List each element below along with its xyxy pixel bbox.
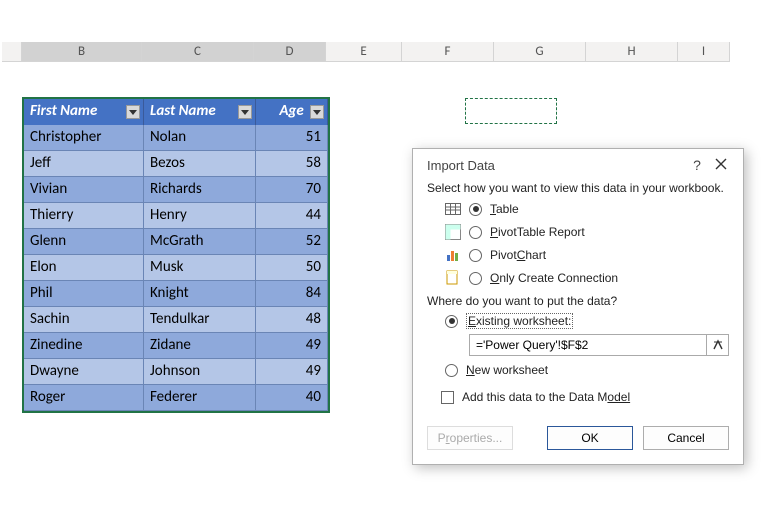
table-cell[interactable]: Dwayne	[24, 359, 144, 385]
cell-reference-input[interactable]	[470, 335, 706, 355]
table-header-last[interactable]: Last Name	[144, 99, 256, 125]
cell-reference-field[interactable]	[469, 334, 729, 356]
table-cell[interactable]: Bezos	[144, 151, 256, 177]
table-cell[interactable]: 49	[256, 359, 328, 385]
table-cell[interactable]: Elon	[24, 255, 144, 281]
header-last-label: Last Name	[150, 102, 216, 120]
pivottable-icon	[445, 224, 461, 240]
table-row[interactable]: GlennMcGrath52	[24, 229, 328, 255]
import-data-dialog: Import Data ? Select how you want to vie…	[412, 148, 744, 465]
table-cell[interactable]: Federer	[144, 385, 256, 411]
table-cell[interactable]: 51	[256, 125, 328, 151]
ok-button[interactable]: OK	[547, 426, 633, 450]
table-cell[interactable]: Thierry	[24, 203, 144, 229]
table-row[interactable]: RogerFederer40	[24, 385, 328, 411]
radio-connection[interactable]	[469, 272, 482, 285]
header-first-label: First Name	[30, 102, 97, 120]
table-cell[interactable]: 50	[256, 255, 328, 281]
filter-button[interactable]	[126, 105, 140, 119]
table-cell[interactable]: Glenn	[24, 229, 144, 255]
pivotchart-icon	[445, 247, 461, 263]
table-header-age[interactable]: Age	[256, 99, 328, 125]
radio-new-worksheet[interactable]	[445, 364, 458, 377]
table-icon	[445, 201, 461, 217]
table-cell[interactable]: 48	[256, 307, 328, 333]
col-header[interactable]: B	[22, 42, 142, 62]
table-cell[interactable]: Sachin	[24, 307, 144, 333]
connection-icon	[445, 270, 461, 286]
table-cell[interactable]: 44	[256, 203, 328, 229]
table-header-first[interactable]: First Name	[24, 99, 144, 125]
table-cell[interactable]: Phil	[24, 281, 144, 307]
header-age-label: Age	[279, 102, 303, 120]
radio-table[interactable]	[469, 203, 482, 216]
radio-pivotchart[interactable]	[469, 249, 482, 262]
radio-existing-label: Existing worksheet:	[466, 314, 573, 328]
col-header[interactable]: E	[326, 42, 402, 62]
table-cell[interactable]: Richards	[144, 177, 256, 203]
table-cell[interactable]: 84	[256, 281, 328, 307]
table-cell[interactable]: Johnson	[144, 359, 256, 385]
checkbox-data-model-label: Add this data to the Data Model	[462, 390, 630, 404]
table-cell[interactable]: Tendulkar	[144, 307, 256, 333]
view-prompt: Select how you want to view this data in…	[427, 181, 729, 195]
col-header[interactable]: I	[678, 42, 730, 62]
table-row[interactable]: SachinTendulkar48	[24, 307, 328, 333]
table-cell[interactable]: 52	[256, 229, 328, 255]
table-cell[interactable]: Zidane	[144, 333, 256, 359]
table-cell[interactable]: Nolan	[144, 125, 256, 151]
radio-connection-label: Only Create Connection	[490, 271, 618, 285]
table-row[interactable]: PhilKnight84	[24, 281, 328, 307]
table-cell[interactable]: Zinedine	[24, 333, 144, 359]
radio-pivottable[interactable]	[469, 226, 482, 239]
copy-selection-outline	[465, 98, 557, 124]
col-header-gutter	[2, 42, 22, 62]
table-row[interactable]: JeffBezos58	[24, 151, 328, 177]
range-picker-button[interactable]	[706, 335, 728, 355]
table-row[interactable]: ChristopherNolan51	[24, 125, 328, 151]
table-cell[interactable]: Christopher	[24, 125, 144, 151]
table-row[interactable]: VivianRichards70	[24, 177, 328, 203]
table-row[interactable]: ThierryHenry44	[24, 203, 328, 229]
radio-new-label: New worksheet	[466, 363, 548, 377]
where-prompt: Where do you want to put the data?	[427, 294, 729, 308]
table-row[interactable]: ZinedineZidane49	[24, 333, 328, 359]
close-button[interactable]	[709, 157, 733, 173]
worksheet-grid[interactable]: B C D E F G H I	[2, 42, 730, 62]
col-header[interactable]: F	[402, 42, 494, 62]
table-cell[interactable]: Vivian	[24, 177, 144, 203]
table-row[interactable]: DwayneJohnson49	[24, 359, 328, 385]
table-cell[interactable]: McGrath	[144, 229, 256, 255]
dialog-title: Import Data	[427, 158, 685, 173]
col-header[interactable]: H	[586, 42, 678, 62]
table-cell[interactable]: Musk	[144, 255, 256, 281]
table-cell[interactable]: 70	[256, 177, 328, 203]
col-header[interactable]: D	[254, 42, 326, 62]
checkbox-data-model[interactable]	[441, 391, 454, 404]
radio-pivottable-label: PivotTable Report	[490, 225, 585, 239]
properties-button: Properties...	[427, 426, 513, 450]
table-cell[interactable]: 49	[256, 333, 328, 359]
table-cell[interactable]: 58	[256, 151, 328, 177]
filter-button[interactable]	[238, 105, 252, 119]
col-header[interactable]: C	[142, 42, 254, 62]
cancel-button[interactable]: Cancel	[643, 426, 729, 450]
help-button[interactable]: ?	[685, 157, 709, 173]
table-row[interactable]: ElonMusk50	[24, 255, 328, 281]
table-cell[interactable]: 40	[256, 385, 328, 411]
filter-button[interactable]	[310, 105, 324, 119]
radio-pivotchart-label: PivotChart	[490, 248, 546, 262]
radio-existing[interactable]	[445, 315, 458, 328]
table-cell[interactable]: Jeff	[24, 151, 144, 177]
table-cell[interactable]: Knight	[144, 281, 256, 307]
table-cell[interactable]: Roger	[24, 385, 144, 411]
data-table[interactable]: First Name Last Name Age ChristopherNola…	[22, 97, 330, 413]
radio-table-label: Table	[490, 202, 519, 216]
col-header[interactable]: G	[494, 42, 586, 62]
table-cell[interactable]: Henry	[144, 203, 256, 229]
